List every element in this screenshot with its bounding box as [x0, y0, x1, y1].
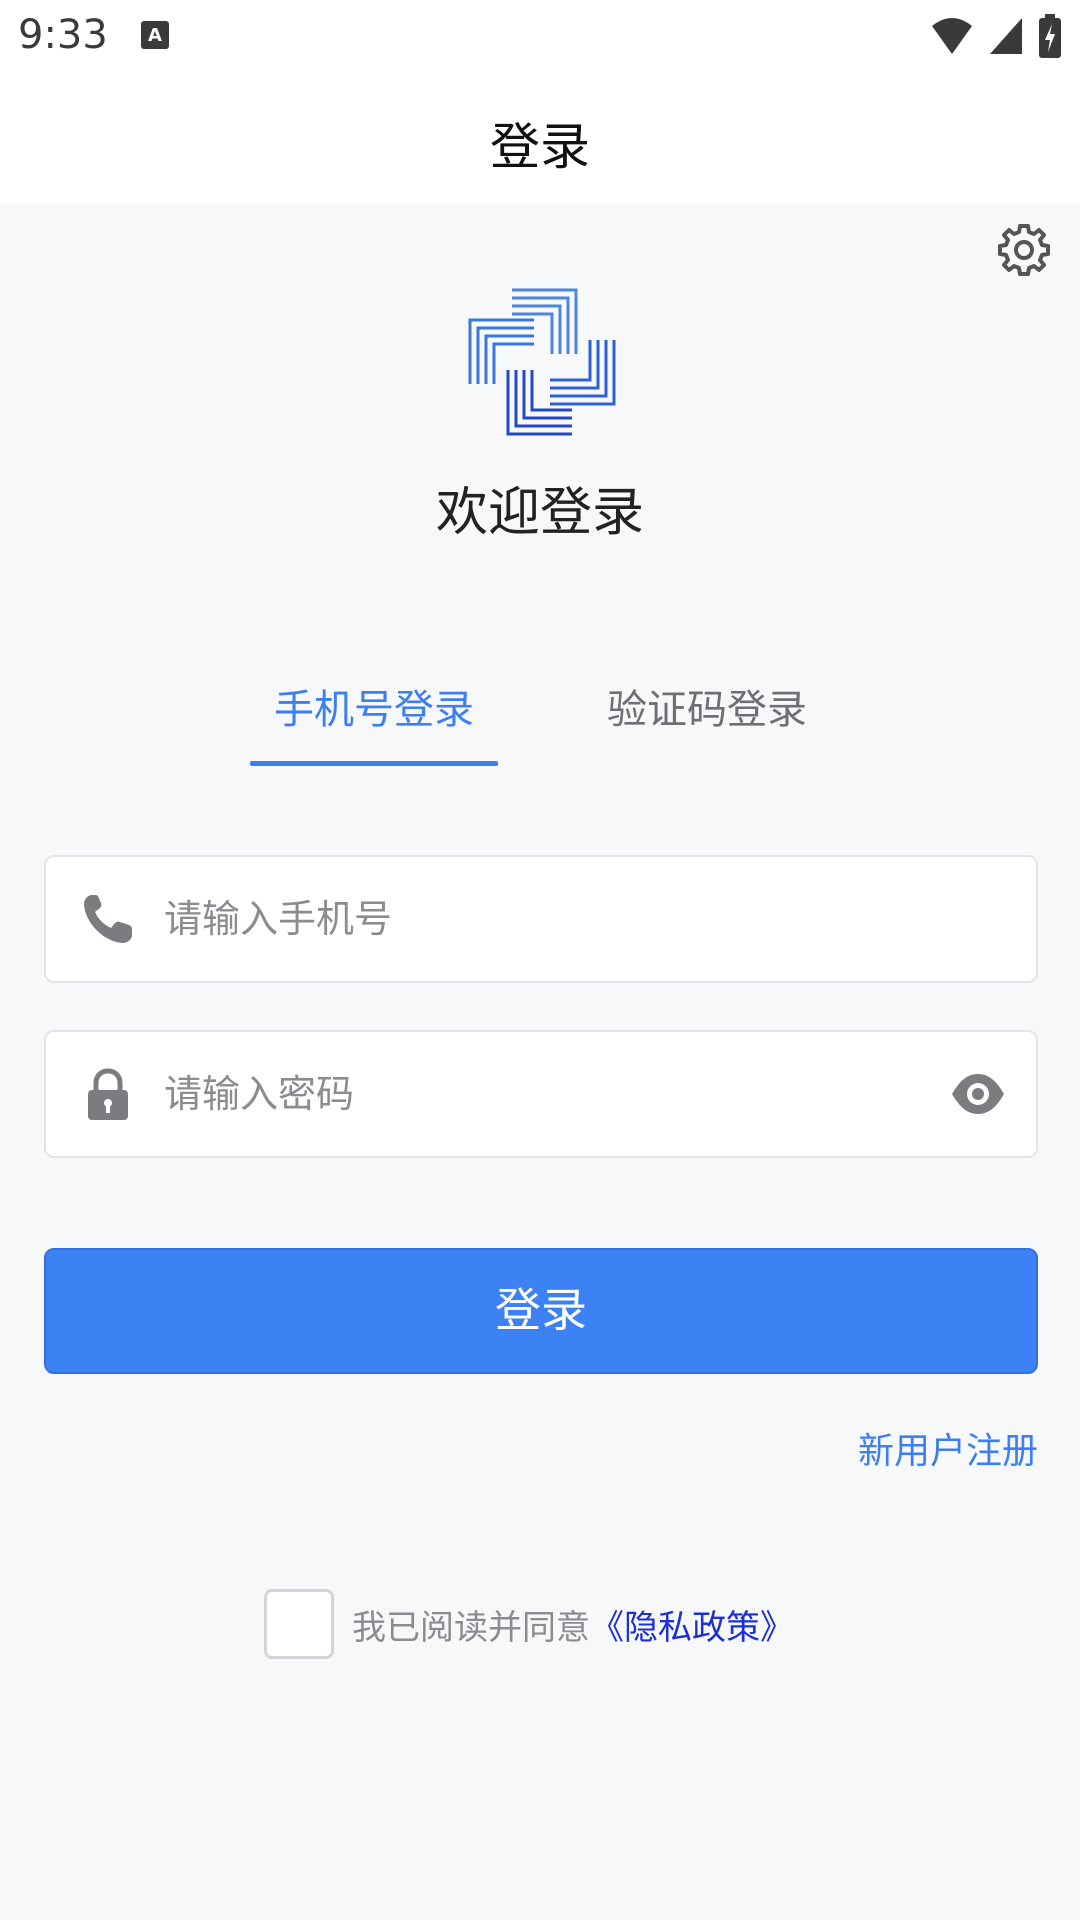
cross-logo-icon: [468, 288, 616, 436]
page-title: 登录: [490, 118, 590, 176]
privacy-agreement: 我已阅读并同意 《隐私政策》: [264, 1588, 794, 1660]
register-link[interactable]: 新用户注册: [858, 1422, 1038, 1474]
password-input[interactable]: [164, 1032, 924, 1156]
title-bar: 登录: [0, 75, 1080, 203]
lock-icon: [88, 1068, 128, 1120]
tab-code-login[interactable]: 验证码登录: [596, 680, 818, 770]
login-tabs: 手机号登录 验证码登录: [0, 680, 1080, 770]
phone-icon: [84, 895, 132, 943]
login-button[interactable]: 登录: [44, 1248, 1038, 1374]
status-icons: [930, 14, 1062, 58]
status-bar: 9:33 A: [0, 0, 1080, 75]
privacy-policy-link[interactable]: 《隐私政策》: [590, 1600, 794, 1649]
svg-text:A: A: [148, 25, 162, 46]
status-time: 9:33: [18, 12, 108, 58]
signal-icon: [990, 18, 1022, 54]
tab-phone-login[interactable]: 手机号登录: [250, 680, 498, 770]
eye-icon[interactable]: [950, 1068, 1006, 1120]
a-keyboard-icon: A: [141, 21, 169, 49]
battery-charging-icon: [1039, 14, 1061, 58]
tab-active-indicator: [250, 761, 498, 766]
agree-text: 我已阅读并同意: [352, 1607, 590, 1648]
agree-checkbox[interactable]: [264, 1589, 334, 1659]
welcome-title: 欢迎登录: [435, 483, 644, 543]
wifi-icon: [932, 18, 972, 54]
gear-icon[interactable]: [996, 222, 1052, 278]
tab-label: 手机号登录: [274, 687, 474, 733]
phone-field: [44, 855, 1038, 983]
password-field: [44, 1030, 1038, 1158]
phone-input[interactable]: [164, 857, 924, 981]
tab-label: 验证码登录: [607, 687, 807, 733]
